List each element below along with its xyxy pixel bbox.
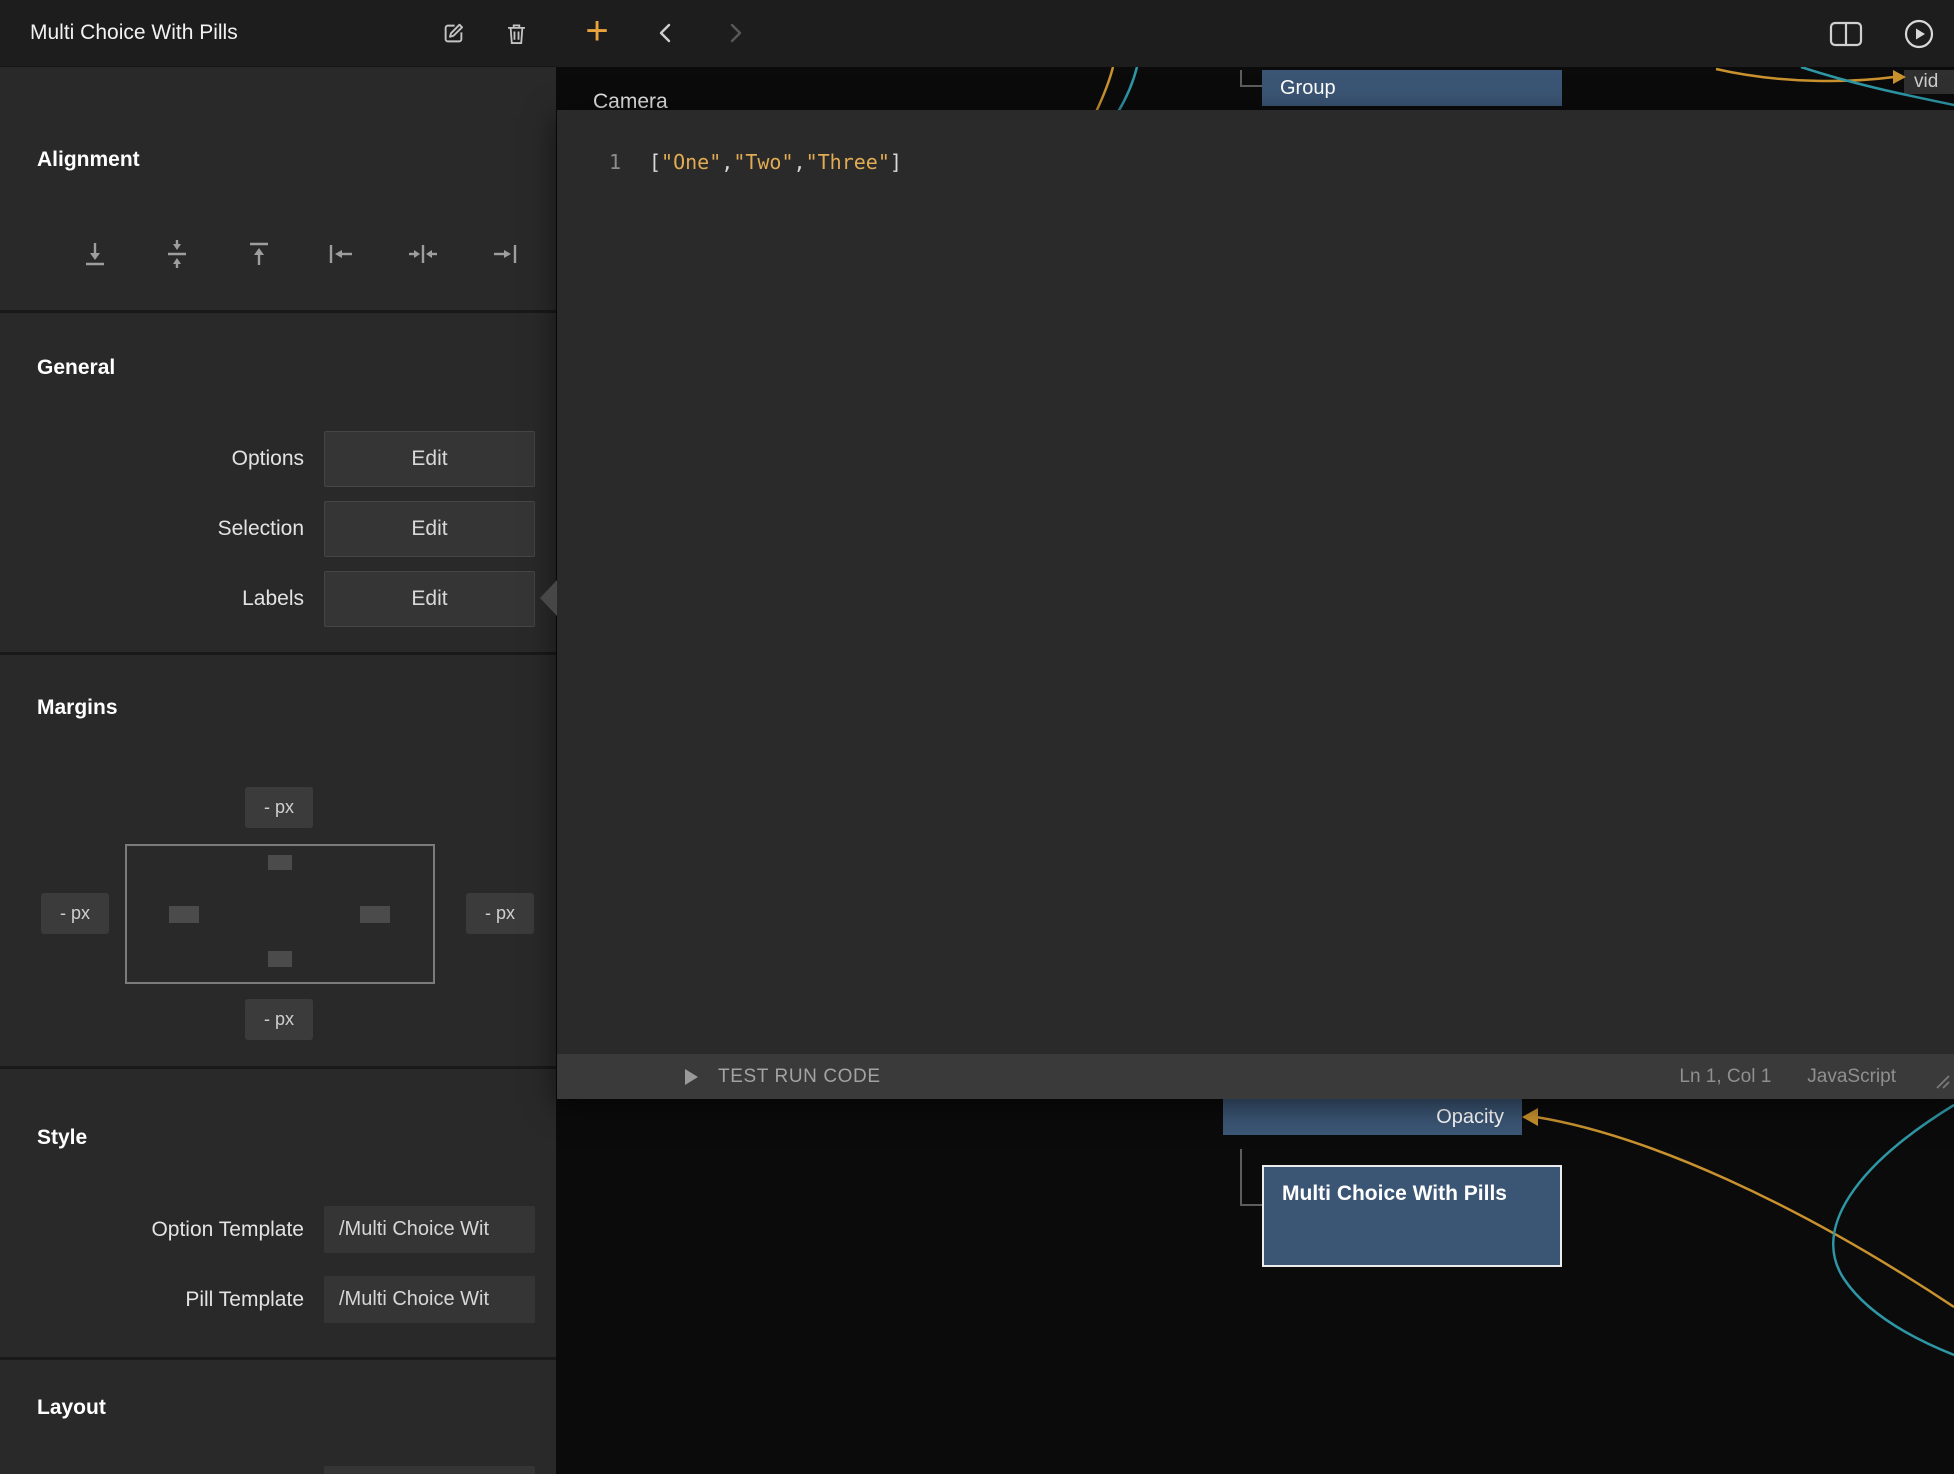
alignment-buttons (79, 238, 521, 270)
section-divider (0, 310, 556, 313)
layout-section-title: Layout (37, 1396, 106, 1420)
code-editor-popout: 1 ["One","Two","Three"] TEST RUN CODE Ln… (557, 110, 1954, 1099)
margins-section-title: Margins (37, 696, 118, 720)
cursor-position: Ln 1, Col 1 (1679, 1066, 1771, 1088)
pill-template-label: Pill Template (0, 1276, 304, 1323)
selection-row: Selection Edit (0, 501, 556, 557)
selection-label: Selection (0, 501, 304, 557)
section-divider (0, 1357, 556, 1360)
opacity-patch[interactable]: Opacity (1223, 1099, 1522, 1135)
header-actions (440, 0, 530, 67)
align-left-icon[interactable] (325, 238, 357, 270)
run-prototype-icon[interactable] (1903, 18, 1935, 55)
section-divider (0, 1066, 556, 1069)
selection-edit-button[interactable]: Edit (324, 501, 535, 557)
options-row: Options Edit (0, 431, 556, 487)
align-bottom-icon[interactable] (79, 238, 111, 270)
align-top-icon[interactable] (243, 238, 275, 270)
code-token: [ (649, 150, 661, 174)
code-token: , (794, 150, 806, 174)
popout-anchor-arrow (540, 580, 557, 616)
inspector-header: Multi Choice With Pills (0, 0, 556, 67)
code-token: ] (890, 150, 902, 174)
wire-to-video (1716, 69, 1894, 81)
group-patch[interactable]: Group (1262, 70, 1562, 106)
labels-row: Labels Edit (0, 571, 556, 627)
split-view-icon[interactable] (1829, 21, 1863, 52)
line-number: 1 (557, 150, 635, 174)
option-template-label: Option Template (0, 1206, 304, 1253)
editor-status: Ln 1, Col 1 JavaScript (1679, 1066, 1954, 1088)
trash-icon[interactable] (503, 20, 530, 47)
app-root: Multi Choice With Pills Alignment (0, 0, 1954, 1474)
code-token: , (721, 150, 733, 174)
margin-right-button[interactable]: - px (466, 893, 534, 934)
align-horizontal-center-icon[interactable] (407, 238, 439, 270)
editor-footer: TEST RUN CODE Ln 1, Col 1 JavaScript (557, 1054, 1954, 1099)
pill-template-field[interactable]: /Multi Choice Wit (324, 1276, 535, 1323)
wire-to-opacity (1536, 1117, 1954, 1307)
code-token: "Three" (806, 150, 890, 174)
options-edit-button[interactable]: Edit (324, 431, 535, 487)
code-text[interactable]: ["One","Two","Three"] (635, 150, 902, 174)
edit-patch-icon[interactable] (440, 20, 467, 47)
labels-label: Labels (0, 571, 304, 627)
margin-bottom-button[interactable]: - px (245, 999, 313, 1040)
align-right-icon[interactable] (489, 238, 521, 270)
margin-top-handle (268, 855, 292, 870)
multi-choice-patch-selected[interactable]: Multi Choice With Pills (1262, 1165, 1562, 1267)
align-vertical-center-icon[interactable] (161, 238, 193, 270)
alignment-section-title: Alignment (37, 148, 140, 172)
add-patch-button[interactable]: + (578, 0, 616, 67)
resize-grip[interactable] (1934, 1073, 1950, 1095)
margin-bottom-handle (268, 951, 292, 967)
inspector-panel: Multi Choice With Pills Alignment (0, 0, 556, 1474)
style-section-title: Style (37, 1126, 87, 1150)
panel-title: Multi Choice With Pills (30, 21, 238, 45)
language-label: JavaScript (1807, 1066, 1896, 1088)
general-section-title: General (37, 356, 115, 380)
margin-left-handle (169, 906, 199, 923)
test-run-play-icon[interactable] (684, 1068, 700, 1086)
canvas-toolbar: + (556, 0, 1954, 67)
section-divider (0, 652, 556, 655)
margin-left-button[interactable]: - px (41, 893, 109, 934)
code-line[interactable]: 1 ["One","Two","Three"] (557, 150, 902, 174)
code-token: "One" (661, 150, 721, 174)
layout-field-partial[interactable] (324, 1466, 535, 1474)
code-token: "Two" (733, 150, 793, 174)
group-port-connector (1240, 70, 1262, 87)
back-icon[interactable] (652, 19, 680, 52)
wire-arrowhead (1522, 1108, 1538, 1126)
video-patch[interactable]: vid (1904, 70, 1954, 94)
options-label: Options (0, 431, 304, 487)
margin-right-handle (360, 906, 390, 923)
forward-icon[interactable] (721, 19, 749, 52)
test-run-code-button[interactable]: TEST RUN CODE (718, 1066, 881, 1088)
option-template-field[interactable]: /Multi Choice Wit (324, 1206, 535, 1253)
labels-edit-button[interactable]: Edit (324, 571, 535, 627)
margins-preview-box (125, 844, 435, 984)
margin-top-button[interactable]: - px (245, 787, 313, 828)
opacity-port-connector (1240, 1149, 1262, 1206)
